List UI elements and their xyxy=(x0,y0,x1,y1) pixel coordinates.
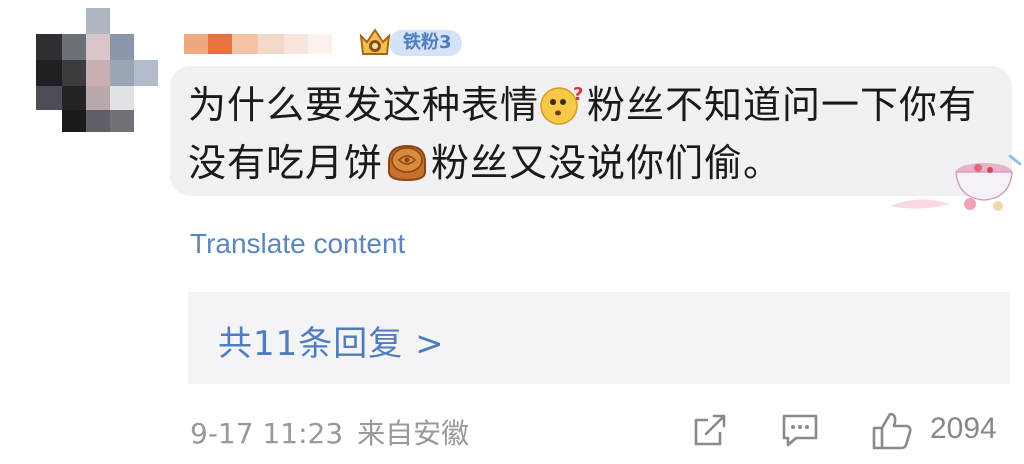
like-count: 2094 xyxy=(930,412,997,445)
fan-badge-label: 铁粉3 xyxy=(389,30,462,56)
thumbs-up-icon[interactable] xyxy=(870,410,914,452)
mooncake-emoji xyxy=(388,144,427,182)
comment-timestamp: 9-17 11:23 xyxy=(190,417,344,450)
comment-location: 来自安徽 xyxy=(357,417,470,450)
view-replies-link[interactable]: 共11条回复 > xyxy=(218,316,445,365)
fan-badge[interactable]: 铁粉3 xyxy=(355,26,462,60)
comment-text: 为什么要发这种表情 ? 粉丝不知道问一下你有没有吃月饼 粉丝又没说你们偷。 xyxy=(188,76,978,192)
dessert-bowl-decoration-icon xyxy=(890,154,1022,211)
avatar[interactable] xyxy=(36,8,166,132)
share-icon[interactable] xyxy=(690,410,730,450)
comment-text-part3: 粉丝又没说你们偷。 xyxy=(431,141,783,185)
comment-text-part1: 为什么要发这种表情 xyxy=(188,83,540,127)
confused-face-emoji: ? xyxy=(540,84,584,125)
translate-link[interactable]: Translate content xyxy=(190,228,405,260)
username-obscured[interactable] xyxy=(184,34,354,54)
comment-meta: 9-17 11:23 来自安徽 xyxy=(190,412,483,452)
svg-text:?: ? xyxy=(573,84,584,105)
comment-icon[interactable] xyxy=(780,410,820,450)
